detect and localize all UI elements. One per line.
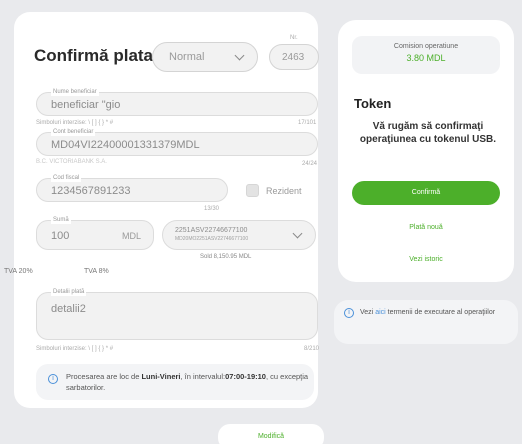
terms-suffix: termenii de executare al operaţiilor	[385, 309, 496, 316]
page-title: Confirmă plata	[34, 46, 154, 65]
terms-info-box: i Vezi aici termenii de executare al ope…	[334, 300, 518, 344]
processing-info-prefix: Procesarea are loc de	[66, 372, 142, 381]
processing-info-days: Luni-Vineri	[141, 372, 181, 381]
document-number-label: Nr.	[288, 35, 300, 41]
payment-details-field[interactable]: Detalii plată detalii2	[36, 288, 318, 340]
processing-info-mid: , în intervalul:	[180, 372, 226, 381]
new-payment-link[interactable]: Plată nouă	[352, 224, 500, 231]
beneficiary-name-label: Nume beneficiar	[51, 88, 99, 96]
payment-form-card: Confirmă plata Normal Nr. 2463 Nume bene…	[4, 12, 320, 408]
tva-8-option[interactable]: TVA 8%	[84, 268, 109, 275]
payment-details-hint: Simboluri interzise: \ [ ] { } * #	[36, 346, 114, 352]
chevron-down-icon	[234, 50, 245, 61]
amount-currency: MDL	[121, 231, 141, 241]
chevron-down-icon	[292, 228, 303, 239]
document-number-field[interactable]: Nr. 2463	[269, 35, 319, 70]
rezident-label: Rezident	[266, 186, 302, 196]
beneficiary-name-field[interactable]: Nume beneficiar beneficiar "gio	[36, 88, 318, 116]
info-icon: i	[48, 374, 58, 384]
tva-20-option[interactable]: TVA 20%	[4, 268, 33, 275]
amount-label: Sumă	[51, 216, 71, 224]
account-balance: Sold 8,150.95 MDL	[200, 254, 252, 260]
beneficiary-account-label: Cont beneficiar	[51, 128, 96, 136]
beneficiary-name-hint: Simboluri interzise: \ [ ] { } * #	[36, 120, 114, 126]
payment-type-select[interactable]: Normal	[152, 42, 258, 72]
processing-info-hours: 07:00-19:10	[225, 372, 266, 381]
view-history-link[interactable]: Vezi istoric	[352, 256, 500, 263]
amount-field[interactable]: Sumă 100 MDL	[36, 216, 154, 250]
confirmation-side-card: Comision operatiune 3.80 MDL Token Vă ru…	[338, 20, 514, 282]
source-account-iban: MD20MO2251ASV22746677100	[175, 236, 249, 242]
payment-details-value: detalii2	[51, 303, 86, 315]
terms-prefix: Vezi	[360, 309, 376, 316]
beneficiary-name-counter: 17/101	[298, 120, 317, 126]
info-icon: i	[344, 308, 354, 318]
payment-details-counter: 8/210	[304, 346, 320, 352]
beneficiary-account-field[interactable]: Cont beneficiar MD04VI22400001331379MDL	[36, 128, 318, 156]
fiscal-code-field[interactable]: Cod fiscal 1234567891233	[36, 174, 228, 202]
source-account-select[interactable]: 2251ASV22746677100 MD20MO2251ASV22746677…	[162, 220, 316, 250]
beneficiary-account-counter: 24/24	[302, 161, 318, 167]
payment-details-label: Detalii plată	[51, 288, 87, 296]
amount-value: 100	[51, 230, 70, 242]
commission-label: Comision operatiune	[393, 43, 459, 50]
document-number-value: 2463	[282, 52, 305, 63]
beneficiary-account-value: MD04VI22400001331379MDL	[51, 139, 200, 151]
confirm-button[interactable]: Confirmă	[352, 181, 500, 205]
fiscal-code-counter: 13/30	[204, 206, 220, 212]
payment-type-value: Normal	[169, 51, 205, 63]
fiscal-code-label: Cod fiscal	[51, 174, 82, 182]
token-title: Token	[354, 96, 392, 111]
beneficiary-bank-name: B.C. VICTORIABANK S.A.	[36, 159, 107, 165]
commission-box: Comision operatiune 3.80 MDL	[352, 36, 500, 74]
processing-info-box: i Procesarea are loc de Luni-Vineri, în …	[36, 364, 314, 400]
rezident-checkbox[interactable]	[246, 184, 259, 197]
beneficiary-name-value: beneficiar "gio	[51, 99, 121, 111]
token-instructions: Vă rugăm să confirmaţi operaţiunea cu to…	[359, 121, 497, 145]
source-account-number: 2251ASV22746677100	[175, 227, 248, 234]
fiscal-code-value: 1234567891233	[51, 185, 131, 197]
terms-link[interactable]: aici	[375, 309, 386, 316]
terms-text: Vezi aici termenii de executare al opera…	[360, 308, 510, 318]
processing-info-text: Procesarea are loc de Luni-Vineri, în in…	[66, 371, 310, 393]
commission-value: 3.80 MDL	[406, 53, 446, 63]
modify-button[interactable]: Modifică	[218, 424, 324, 444]
